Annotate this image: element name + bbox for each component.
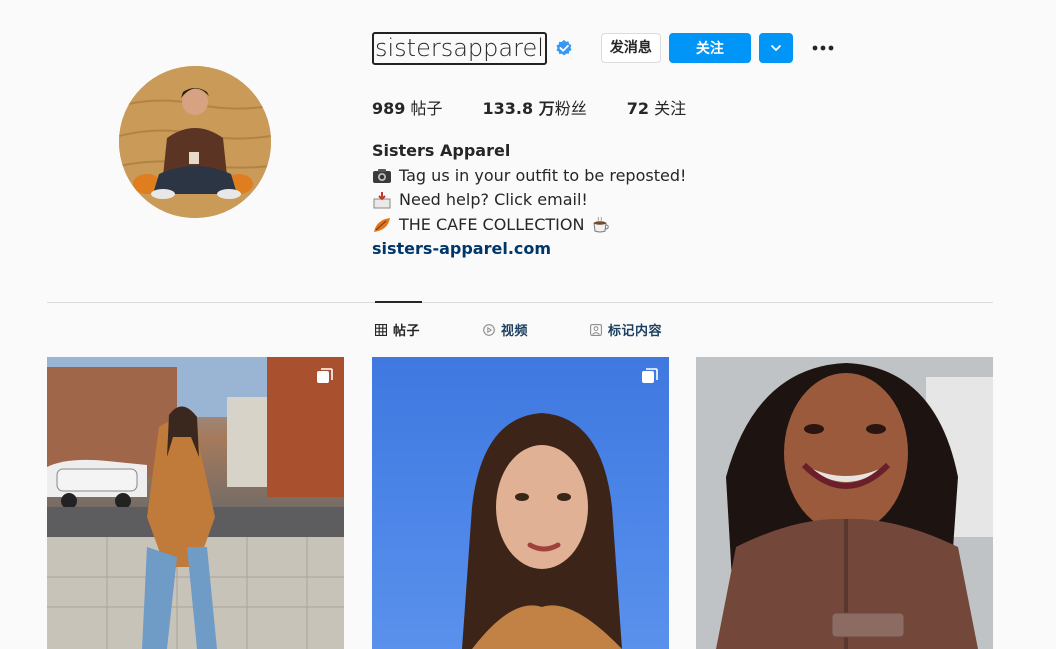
carousel-icon [317, 368, 333, 383]
leaf-emoji-icon [374, 217, 390, 232]
bio-line-2: Need help? Click email! [372, 188, 686, 213]
bio-line-1-text: Tag us in your outfit to be reposted! [399, 165, 687, 185]
bio-line-3: THE CAFE COLLECTION [372, 213, 686, 238]
bio-line-3-text: THE CAFE COLLECTION [399, 214, 585, 234]
tab-posts[interactable]: 帖子 [375, 320, 420, 339]
verified-badge-icon [556, 39, 572, 56]
bio-website-link[interactable]: sisters-apparel.com [372, 237, 686, 262]
profile-avatar[interactable] [119, 66, 271, 218]
post-thumbnail-2[interactable] [372, 357, 669, 649]
tab-posts-label: 帖子 [393, 324, 421, 339]
profile-stats: 989 帖子 133.8 万粉丝 72 关注 [372, 95, 726, 119]
following-label: 关注 [654, 99, 687, 118]
followers-stat[interactable]: 133.8 万粉丝 [483, 95, 587, 119]
tabs-divider [47, 302, 993, 303]
grid-icon [375, 323, 387, 336]
posts-count-stat: 989 帖子 [372, 95, 443, 119]
more-horizontal-icon [812, 45, 834, 51]
camera-emoji-icon [373, 168, 391, 183]
profile-header: sistersapparel 发消息 关注 [372, 31, 835, 65]
followers-count: 133.8 万 [482, 99, 555, 118]
bio-line-2-text: Need help? Click email! [399, 190, 588, 209]
profile-tabs: 帖子 视频 标记内容 [0, 320, 1056, 340]
inbox-emoji-icon [373, 192, 391, 209]
tab-videos-label: 视频 [501, 324, 529, 339]
tab-tagged-label: 标记内容 [608, 324, 663, 339]
following-count: 72 [626, 99, 649, 118]
message-button[interactable]: 发消息 [600, 33, 661, 63]
bio-line-1: Tag us in your outfit to be reposted! [372, 164, 686, 189]
post-thumbnail-1[interactable] [47, 357, 344, 649]
tab-videos[interactable]: 视频 [483, 320, 528, 339]
followers-label: 粉丝 [554, 99, 587, 118]
chevron-down-icon [770, 45, 781, 51]
suggested-accounts-button[interactable] [758, 33, 793, 63]
more-options-button[interactable] [811, 36, 835, 60]
posts-count: 989 [372, 99, 406, 118]
coffee-emoji-icon [593, 216, 610, 233]
username[interactable]: sistersapparel [372, 31, 547, 65]
active-tab-indicator [375, 301, 422, 303]
follow-button[interactable]: 关注 [668, 33, 751, 63]
full-name: Sisters Apparel [372, 141, 511, 160]
following-stat[interactable]: 72 关注 [627, 95, 686, 119]
posts-label: 帖子 [410, 99, 443, 118]
post-thumbnail-3[interactable] [696, 357, 993, 649]
profile-bio: Sisters Apparel Tag us in your outfit to… [372, 139, 686, 262]
carousel-icon [642, 368, 658, 383]
tab-tagged[interactable]: 标记内容 [590, 320, 662, 339]
tag-icon [590, 323, 602, 336]
play-icon [483, 323, 495, 336]
